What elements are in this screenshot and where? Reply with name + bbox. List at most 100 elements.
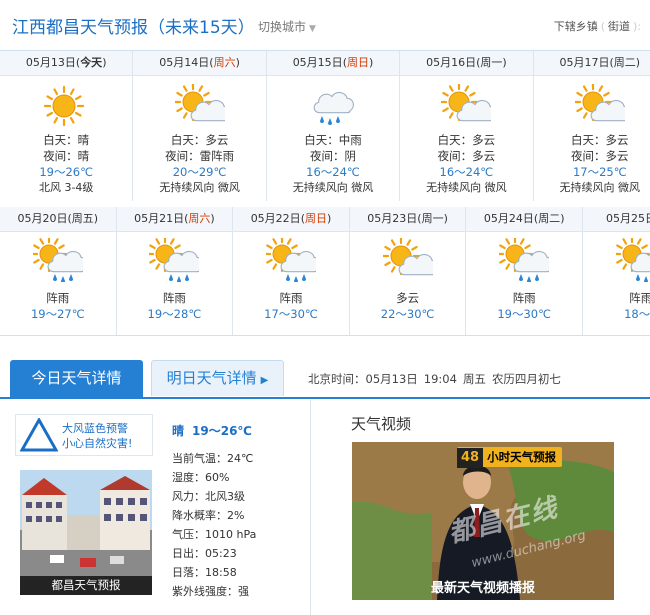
stat-wind: 风力：北风3级	[172, 490, 245, 503]
today-detail-panel: 大风蓝色预警 小心自然灾害! 都昌天气预报 晴 19～26℃ 当前气温：24℃ 湿…	[0, 400, 311, 615]
forecast-night-cond: 夜间：阴	[309, 149, 356, 163]
forecast-day-cell[interactable]: 05月24日(周二) 阵雨 19～30℃	[466, 207, 583, 335]
partly-cloudy-icon	[174, 84, 225, 122]
forecast-weekday: 周日	[304, 212, 327, 225]
partly-cloudy-icon	[574, 84, 625, 122]
partly-cloudy-icon	[382, 238, 433, 276]
alert-subtitle: 小心自然灾害!	[62, 437, 133, 450]
forecast-day-cell[interactable]: 05月21日(周六) 阵雨 19～28℃	[116, 207, 234, 335]
forecast-day-cell[interactable]: 05月16日(周一) 白天：多云 夜间：多云 16～24℃ 无持续风向 微风	[400, 51, 534, 201]
forecast-temp: 17～30℃	[264, 307, 318, 321]
forecast-cond: 阵雨	[162, 291, 186, 305]
streets-link[interactable]: 街道	[608, 20, 630, 33]
forecast-day-cond: 白天：中雨	[304, 133, 362, 147]
forecast-temp: 19～26℃	[39, 165, 94, 179]
page-title: 江西都昌天气预报（未来15天）	[12, 18, 255, 38]
forecast-day-cell[interactable]: 05月20日(周五) 阵雨 19～27℃	[0, 207, 117, 335]
forecast-weekday: 周一	[480, 56, 503, 69]
forecast-day-cell[interactable]: 05月23日(周一) 多云 22～30℃	[349, 207, 467, 335]
detail-tabs: 今日天气详情 明日天气详情 ▶ 北京时间：05月13日 19:04 周五 农历四月初七	[0, 355, 650, 399]
tab-today-detail[interactable]: 今日天气详情	[10, 360, 143, 397]
today-condition: 晴	[172, 424, 185, 438]
forecast-wind: 无持续风向 微风	[159, 181, 240, 194]
forecast-day-cell[interactable]: 05月22日(周日) 阵雨 17～30℃	[233, 207, 350, 335]
warning-alert[interactable]: 大风蓝色预警 小心自然灾害!	[15, 414, 153, 456]
forecast-date: 05月24日(周二)	[466, 207, 582, 232]
forecast-wind: 无持续风向 微风	[292, 181, 374, 194]
stat-sunset: 日落：18:58	[172, 566, 237, 579]
forecast-row-1: 05月13日(今天) 白天：晴夜间：晴 19～26℃ 北风 3-4级 05月14日(周六…	[0, 51, 650, 201]
forecast-temp: 20～29℃	[172, 165, 227, 179]
stat-precip: 降水概率：2%	[172, 509, 245, 522]
forecast-date: 05月15日(周日)	[266, 51, 400, 76]
alert-title: 大风蓝色预警	[62, 422, 128, 435]
stat-current-temp: 当前气温：24℃	[172, 452, 254, 465]
forecast-wind: 北风 3-4级	[38, 181, 94, 194]
forecast-day-cell[interactable]: 05月17日(周二) 白天：多云 夜间：多云 17～25℃ 无持续风向 微风	[533, 51, 650, 201]
forecast-wind: 无持续风向 微风	[426, 181, 507, 194]
tab-tomorrow-detail[interactable]: 明日天气详情 ▶	[151, 360, 284, 396]
forecast-row-2: 05月20日(周五) 阵雨 19～27℃ 05月21日(周六) 阵雨 19～28℃ 05月2…	[0, 207, 650, 336]
photo-caption: 都昌天气预报	[20, 576, 152, 595]
sunny-icon	[44, 85, 85, 127]
forecast-weekday: 周二	[613, 56, 636, 69]
switch-city-link[interactable]: 切换城市 ▼	[258, 18, 316, 35]
chevron-down-icon: ▼	[309, 24, 316, 34]
badge-number: 48	[457, 448, 484, 468]
forecast-cond: 阵雨	[512, 291, 536, 305]
forecast-weekday: 今天	[80, 56, 103, 69]
forecast-weekday: 周一	[421, 212, 444, 225]
forecast-night-cond: 夜间：多云	[437, 149, 496, 163]
badge-text: 小时天气预报	[487, 450, 557, 464]
forecast-day-cell[interactable]: 05月13日(今天) 白天：晴夜间：晴 19～26℃ 北风 3-4级	[0, 51, 134, 201]
forecast-day-cell[interactable]: 05月14日(周六) 白天：多云 夜间：雷阵雨 20～29℃ 无持续风向 微风	[133, 51, 267, 201]
warning-triangle-icon	[20, 418, 58, 452]
beijing-date: 北京时间：05月13日	[308, 372, 418, 386]
forecast-temp: 19～27℃	[30, 307, 85, 321]
video-badge: 48 小时天气预报	[457, 447, 563, 468]
video-caption: 最新天气视频播报	[430, 581, 535, 596]
sun-shower-icon	[149, 238, 200, 282]
weather-video-player[interactable]: 48 小时天气预报 都昌在线 www.duchang.org 最新天气视频播报	[352, 442, 614, 600]
forecast-day-cell[interactable]: 05月25日(周) 阵雨 18～2	[583, 207, 650, 335]
forecast-temp: 18～2	[624, 307, 650, 321]
forecast-weekday: 周六	[188, 212, 211, 225]
forecast-temp: 19～30℃	[497, 307, 552, 321]
forecast-temp: 22～30℃	[380, 307, 435, 321]
forecast-temp: 16～24℃	[306, 165, 360, 179]
forecast-date: 05月17日(周二)	[533, 51, 650, 76]
forecast-day-cond: 白天：多云	[571, 133, 629, 147]
weather-video-panel: 天气视频 48 小时天气预报 都昌在线 www.duchang.org 最新天气视…	[311, 400, 650, 615]
beijing-time: 北京时间：05月13日 19:04 周五 农历四月初七	[308, 371, 567, 387]
forecast-date: 05月13日(今天)	[0, 51, 133, 76]
video-section-title: 天气视频	[351, 415, 412, 433]
city-photo[interactable]: 都昌天气预报	[20, 470, 152, 595]
sun-shower-icon	[499, 238, 550, 282]
forecast-weekday: 周二	[538, 212, 561, 225]
forecast-temp: 19～28℃	[147, 307, 202, 321]
today-temp-range: 19～26℃	[192, 424, 252, 438]
sun-shower-icon	[265, 238, 316, 282]
towns-link[interactable]: 下辖乡镇	[554, 20, 598, 33]
forecast-night-cond: 夜间：晴	[43, 149, 90, 163]
beijing-clock: 19:04	[423, 372, 457, 386]
today-stats: 晴 19～26℃ 当前气温：24℃ 湿度：60% 风力：北风3级 降水概率：2% …	[172, 422, 307, 601]
page-header: 江西都昌天气预报（未来15天） 切换城市 ▼ 下辖乡镇(街道):	[0, 0, 650, 51]
forecast-night-cond: 夜间：多云	[571, 149, 629, 163]
forecast-day-cell[interactable]: 05月15日(周日) 白天：中雨夜间：阴 16～24℃ 无持续风向 微风	[266, 51, 401, 201]
forecast-cond: 阵雨	[629, 291, 650, 305]
forecast-date: 05月23日(周一)	[349, 207, 466, 232]
forecast-date: 05月14日(周六)	[133, 51, 266, 76]
forecast-day-cond: 白天：多云	[437, 133, 496, 147]
stat-sunrise: 日出：05:23	[172, 547, 237, 560]
forecast-day-cond: 白天：晴	[43, 133, 90, 147]
forecast-weekday: 周六	[213, 56, 236, 69]
forecast-date: 05月21日(周六)	[116, 207, 233, 232]
lunar-date: 农历四月初七	[491, 372, 561, 386]
stat-uv: 紫外线强度：强	[172, 585, 249, 598]
sun-shower-icon	[615, 238, 650, 282]
forecast-weekday: 周日	[346, 56, 369, 69]
stat-humidity: 湿度：60%	[172, 471, 230, 484]
forecast-date: 05月20日(周五)	[0, 207, 116, 232]
switch-city-label: 切换城市	[258, 20, 307, 34]
